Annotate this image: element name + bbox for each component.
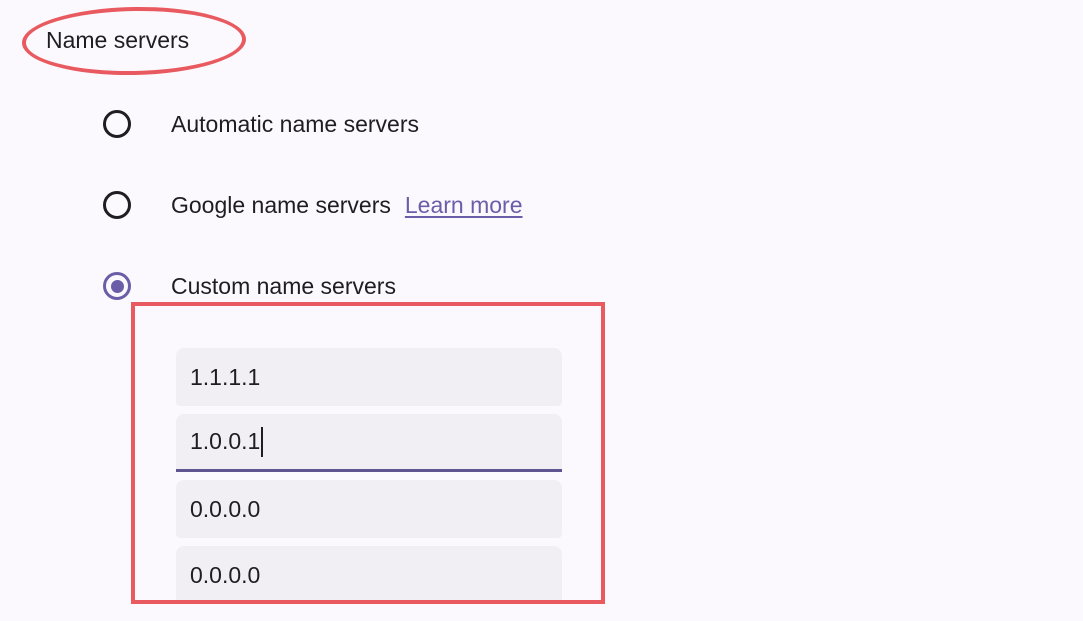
option-automatic-name-servers[interactable]: Automatic name servers bbox=[103, 107, 419, 141]
name-server-field-2[interactable]: 1.0.0.1 bbox=[176, 414, 562, 472]
name-server-value-3: 0.0.0.0 bbox=[190, 495, 261, 522]
custom-option-label: Custom name servers bbox=[171, 273, 396, 299]
option-custom-name-servers[interactable]: Custom name servers bbox=[103, 269, 396, 303]
name-server-field-3[interactable]: 0.0.0.0 bbox=[176, 480, 562, 538]
custom-servers-annotation-box: 1.1.1.1 1.0.0.1 0.0.0.0 0.0.0.0 bbox=[131, 302, 605, 604]
automatic-radio-icon[interactable] bbox=[103, 110, 131, 138]
google-option-label: Google name servers bbox=[171, 192, 391, 218]
name-server-field-1[interactable]: 1.1.1.1 bbox=[176, 348, 562, 406]
text-cursor bbox=[261, 426, 264, 457]
automatic-option-label: Automatic name servers bbox=[171, 111, 419, 137]
name-server-value-2: 1.0.0.1 bbox=[190, 428, 261, 454]
name-server-field-4[interactable]: 0.0.0.0 bbox=[176, 546, 562, 600]
option-google-name-servers[interactable]: Google name servers Learn more bbox=[103, 188, 523, 222]
google-radio-icon[interactable] bbox=[103, 191, 131, 219]
name-server-value-4: 0.0.0.0 bbox=[190, 561, 261, 588]
name-server-value-1: 1.1.1.1 bbox=[190, 363, 261, 390]
learn-more-link[interactable]: Learn more bbox=[405, 190, 523, 220]
title-annotation-ellipse bbox=[21, 5, 247, 77]
custom-radio-icon[interactable] bbox=[103, 272, 131, 300]
